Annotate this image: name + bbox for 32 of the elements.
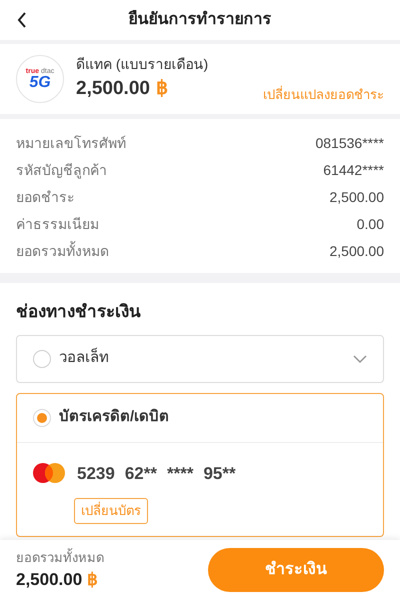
radio-button[interactable] <box>33 408 51 426</box>
section-title: ช่องทางชำระเงิน <box>16 301 142 323</box>
payment-option[interactable]: บัตรเครดิต/เดบิต 5239 62** **** 95** เปลี่ยนบัตร <box>16 392 384 536</box>
detail-label: ยอดรวมทั้งหมด <box>16 240 109 260</box>
detail-value: 61442**** <box>323 160 384 180</box>
change-amount-link[interactable]: เปลี่ยนแปลงยอดชำระ <box>263 84 384 104</box>
mastercard-icon <box>33 463 65 484</box>
detail-label: ยอดชำระ <box>16 188 75 206</box>
detail-value: 0.00 <box>356 214 384 234</box>
payment-option-label: บัตรเครดิต/เดบิต <box>59 407 170 428</box>
chevron-down-icon[interactable] <box>353 354 367 362</box>
payment-option-label: วอลเล็ท <box>59 347 109 368</box>
change-card-button[interactable]: เปลี่ยนบัตร <box>74 498 148 524</box>
detail-value: 2,500.00 <box>330 188 384 206</box>
total-amount: 2,500.00 <box>16 569 82 591</box>
pay-button[interactable]: ชำระเงิน <box>208 548 384 592</box>
payment-option[interactable]: วอลเล็ท <box>16 334 384 382</box>
detail-value: 2,500.00 <box>330 242 384 260</box>
logo-5g-text: 5G <box>29 74 51 90</box>
currency-symbol: ฿ <box>156 77 168 102</box>
detail-label: ค่าธรรมเนียม <box>16 214 99 234</box>
back-icon[interactable] <box>17 12 27 28</box>
product-amount: 2,500.00 <box>76 77 150 102</box>
total-label: ยอดรวมทั้งหมด <box>16 548 104 566</box>
radio-button[interactable] <box>33 350 51 368</box>
card-number: 5239 62** **** 95** <box>77 462 236 484</box>
product-name: ดีแทค (แบบรายเดือน) <box>76 55 208 74</box>
detail-value: 081536**** <box>315 134 384 152</box>
page-title: ยืนยันการทำรายการ <box>128 9 272 30</box>
currency-symbol: ฿ <box>87 569 98 591</box>
detail-label: รหัสบัญชีลูกค้า <box>16 160 107 180</box>
detail-label: หมายเลขโทรศัพท์ <box>16 134 126 152</box>
